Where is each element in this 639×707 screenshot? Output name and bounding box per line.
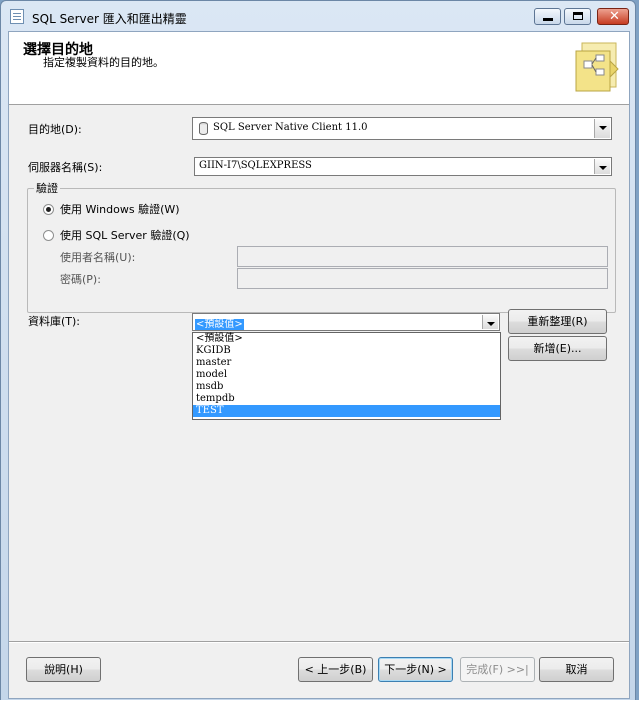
- list-item[interactable]: <預設值>: [193, 333, 500, 345]
- server-dropdown-arrow[interactable]: [594, 159, 610, 174]
- help-button[interactable]: 說明(H): [26, 657, 101, 682]
- wizard-header: 選擇目的地 指定複製資料的目的地。: [9, 32, 629, 105]
- database-dropdown-list: <預設值> KGIDB master model msdb tempdb TES…: [192, 332, 501, 420]
- next-button[interactable]: 下一步(N) >: [378, 657, 453, 682]
- wizard-window: SQL Server 匯入和匯出精靈 ✕ 選擇目的地 指定複製資料的目的地。 目…: [0, 0, 636, 705]
- authentication-group: 驗證 使用 Windows 驗證(W) 使用 SQL Server 驗證(Q) …: [27, 180, 616, 313]
- database-dropdown-arrow[interactable]: [482, 315, 498, 329]
- destination-dropdown-arrow[interactable]: [594, 119, 610, 138]
- back-button[interactable]: < 上一步(B): [298, 657, 373, 682]
- destination-label: 目的地(D):: [28, 123, 82, 136]
- new-database-button[interactable]: 新增(E)...: [508, 336, 607, 361]
- authentication-title: 驗證: [34, 180, 60, 196]
- minimize-button[interactable]: [534, 8, 561, 25]
- password-label: 密碼(P):: [60, 273, 101, 286]
- list-item[interactable]: msdb: [193, 381, 500, 393]
- destination-value: SQL Server Native Client 11.0: [213, 122, 368, 133]
- background-strip: [0, 700, 639, 707]
- list-item[interactable]: master: [193, 357, 500, 369]
- database-label: 資料庫(T):: [28, 315, 81, 328]
- cancel-button[interactable]: 取消: [539, 657, 614, 682]
- username-input: [237, 246, 608, 267]
- minimize-icon: [543, 18, 553, 21]
- server-combobox[interactable]: GIIN-I7\SQLEXPRESS: [194, 157, 612, 176]
- finish-button: 完成(F) >>|: [460, 657, 535, 682]
- footer-divider: [9, 641, 629, 643]
- list-item[interactable]: KGIDB: [193, 345, 500, 357]
- maximize-button[interactable]: [564, 8, 591, 25]
- database-combobox[interactable]: <預設值>: [192, 313, 500, 331]
- refresh-button[interactable]: 重新整理(R): [508, 309, 607, 334]
- sql-auth-radio[interactable]: [43, 230, 54, 241]
- app-icon: [10, 9, 24, 24]
- destination-combobox[interactable]: SQL Server Native Client 11.0: [192, 117, 612, 140]
- close-button[interactable]: ✕: [597, 8, 629, 25]
- title-bar[interactable]: SQL Server 匯入和匯出精靈 ✕: [1, 1, 635, 31]
- wizard-client: 選擇目的地 指定複製資料的目的地。 目的地(D): SQL Server Nat…: [8, 31, 630, 699]
- wizard-destination-icon: [575, 42, 619, 92]
- windows-auth-label[interactable]: 使用 Windows 驗證(W): [60, 201, 180, 217]
- list-item[interactable]: model: [193, 369, 500, 381]
- list-item[interactable]: tempdb: [193, 393, 500, 405]
- page-subtitle: 指定複製資料的目的地。: [43, 56, 164, 69]
- password-input: [237, 268, 608, 289]
- sql-auth-label[interactable]: 使用 SQL Server 驗證(Q): [60, 227, 190, 243]
- maximize-icon: [573, 12, 583, 20]
- close-icon: ✕: [609, 9, 620, 24]
- database-value: <預設值>: [195, 319, 244, 330]
- server-value: GIIN-I7\SQLEXPRESS: [199, 160, 312, 171]
- server-label: 伺服器名稱(S):: [28, 161, 103, 174]
- windows-auth-radio[interactable]: [43, 204, 54, 215]
- list-item-highlighted[interactable]: TEST: [193, 405, 500, 417]
- window-title: SQL Server 匯入和匯出精靈: [32, 12, 187, 26]
- username-label: 使用者名稱(U):: [60, 251, 136, 264]
- database-icon: [199, 122, 208, 135]
